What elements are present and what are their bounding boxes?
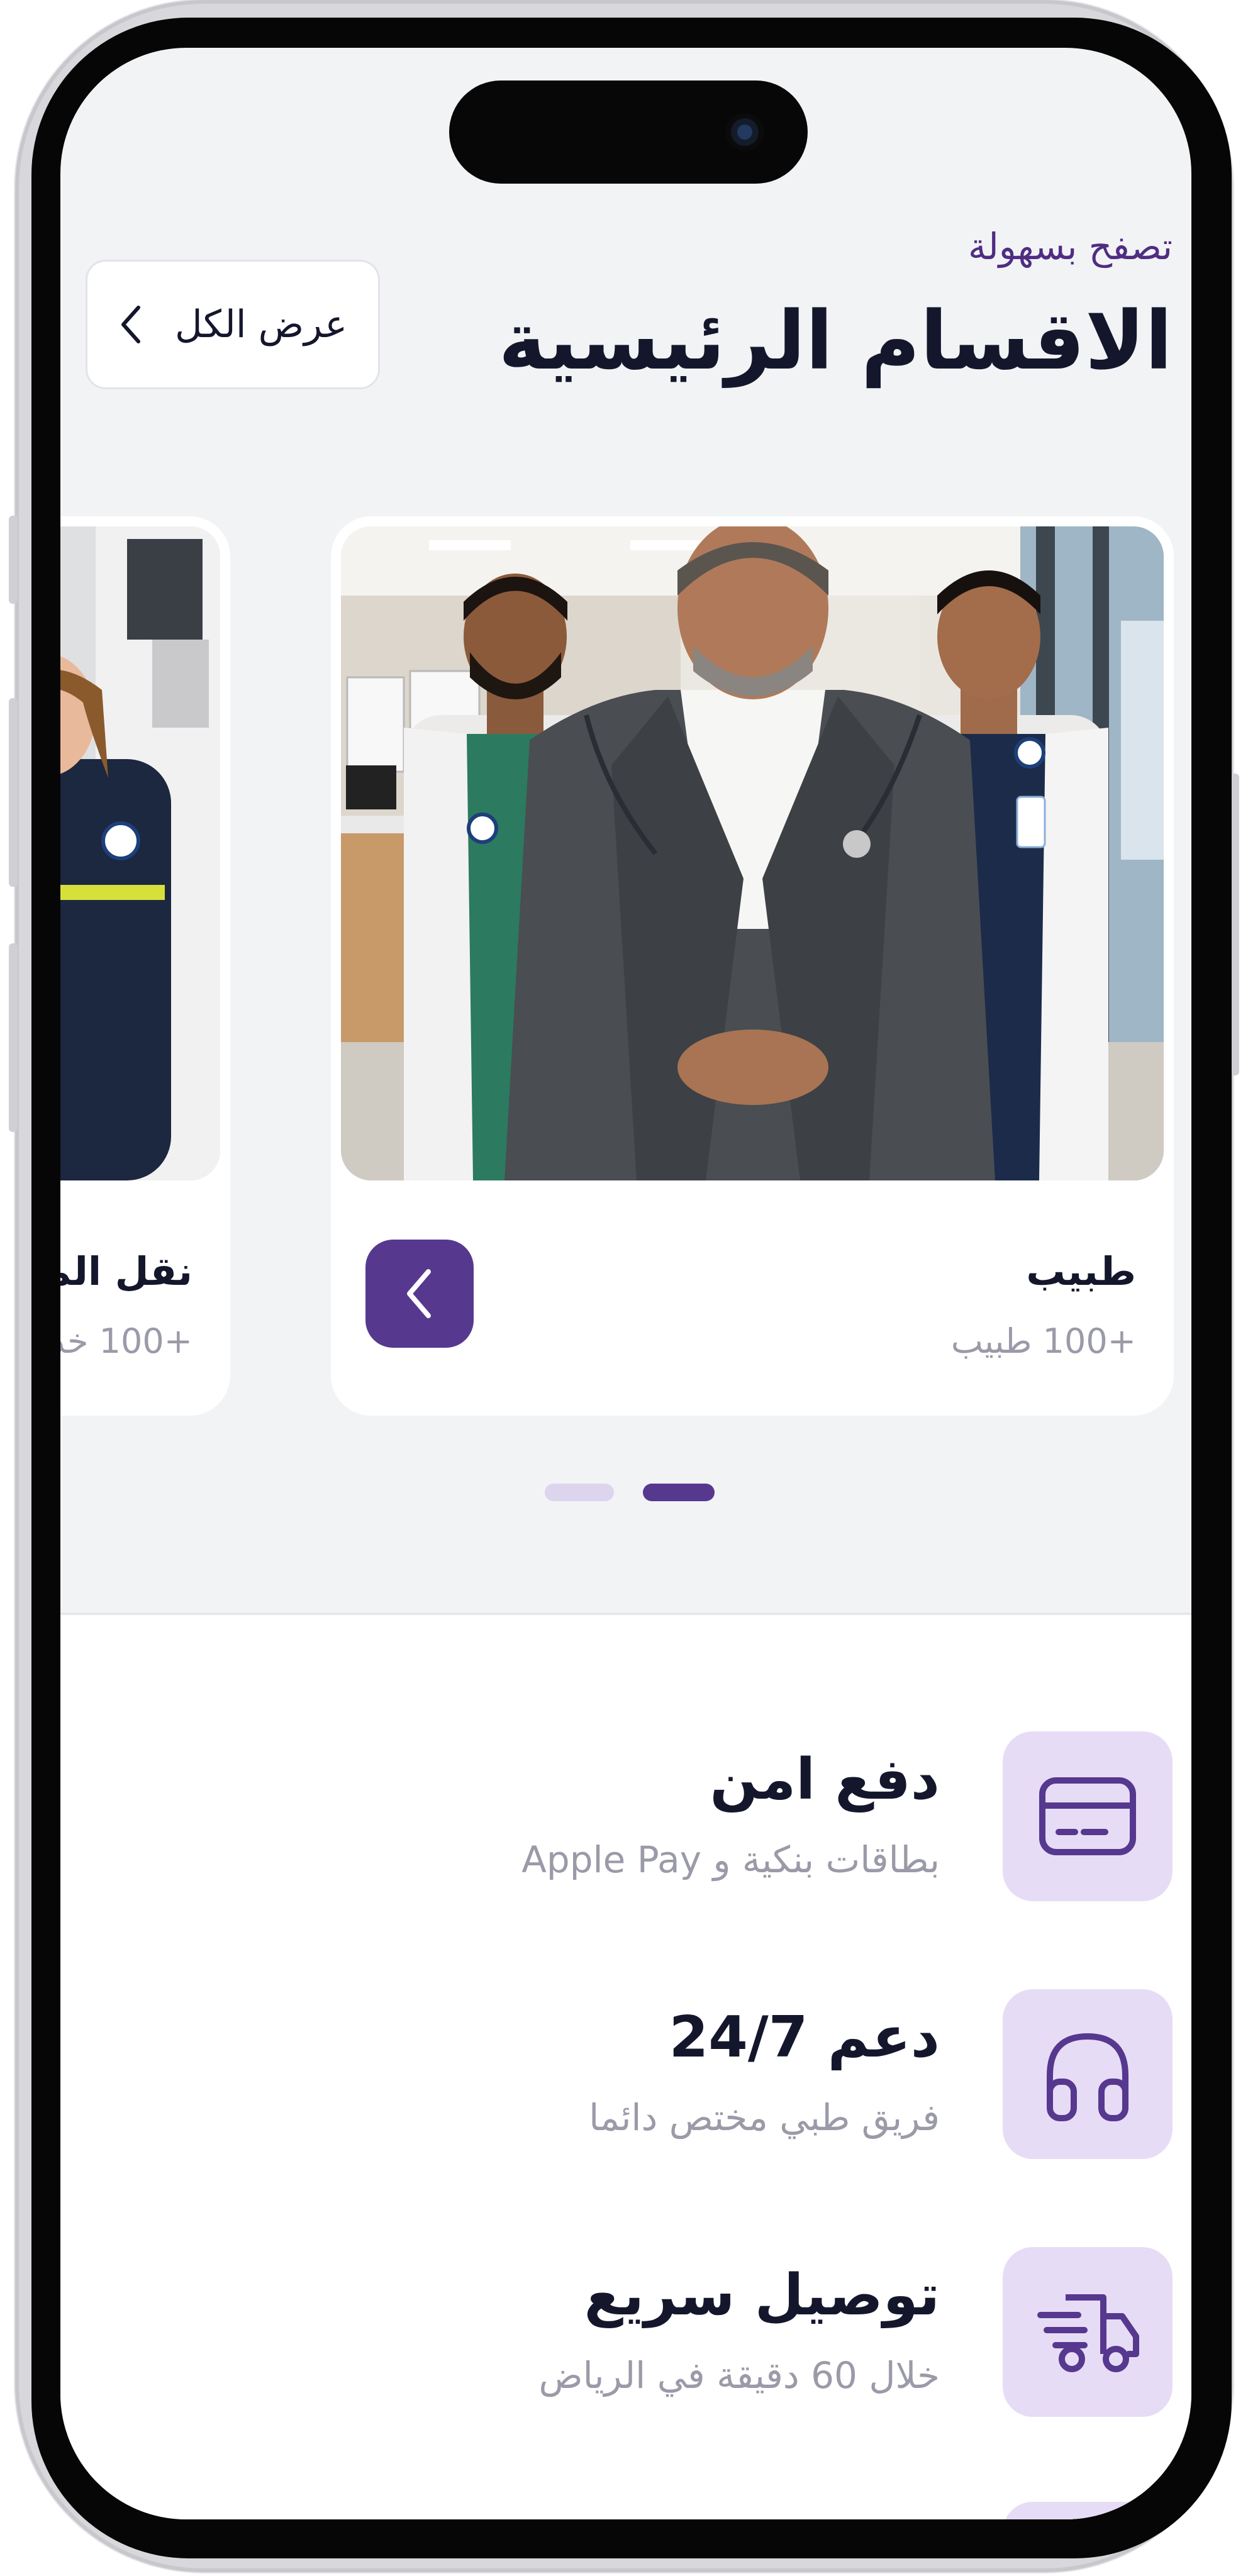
chevron-left-icon — [118, 304, 143, 345]
view-all-label: عرض الكل — [174, 303, 348, 347]
paramedic-photo — [60, 526, 220, 1180]
features-section: دفع امن بطاقات بنكية و Apple Pay دعم 24/… — [60, 1613, 1191, 2519]
feature-subtitle: بطاقات بنكية و Apple Pay — [521, 1838, 940, 1881]
card-subtitle: +100 خدمة — [60, 1321, 192, 1361]
credit-card-icon — [1003, 1731, 1173, 1901]
screen: تصفح بسهولة الاقسام الرئيسية عرض الكل طب… — [60, 48, 1191, 2519]
card-subtitle: +100 طبيب — [950, 1321, 1136, 1361]
view-all-button[interactable]: عرض الكل — [86, 260, 380, 389]
doctor-photo — [341, 526, 1164, 1180]
category-card-doctor[interactable]: طبيب +100 طبيب — [331, 516, 1174, 1416]
dynamic-island — [449, 80, 808, 184]
page-title: الاقسام الرئيسية — [498, 294, 1173, 388]
card-title: نقل المرضى — [60, 1248, 192, 1294]
volume-up-button — [9, 698, 18, 887]
feature-secure-payment: دفع امن بطاقات بنكية و Apple Pay — [60, 1731, 1191, 1901]
feature-subtitle: فريق طبي مختص دائما — [589, 2096, 940, 2139]
card-title: طبيب — [1026, 1248, 1136, 1294]
headphones-icon — [1003, 1989, 1173, 2159]
section-kicker: تصفح بسهولة — [967, 225, 1173, 268]
carousel-dot-active[interactable] — [643, 1484, 715, 1501]
next-feature-icon-partial — [1003, 2502, 1173, 2519]
chevron-left-icon — [407, 1269, 431, 1318]
feature-support: دعم 24/7 فريق طبي مختص دائما — [60, 1989, 1191, 2159]
category-card-patient-transport[interactable]: نقل المرضى +100 خدمة — [60, 516, 230, 1416]
delivery-truck-icon — [1003, 2247, 1173, 2417]
feature-subtitle: خلال 60 دقيقة في الرياض — [538, 2354, 940, 2397]
carousel-dot-inactive[interactable] — [545, 1484, 614, 1501]
front-camera-icon — [726, 113, 764, 151]
feature-fast-delivery: توصيل سريع خلال 60 دقيقة في الرياض — [60, 2247, 1191, 2417]
feature-title: دعم 24/7 — [669, 2004, 940, 2070]
power-button — [1230, 774, 1239, 1075]
card-arrow-button[interactable] — [365, 1240, 474, 1348]
feature-title: دفع امن — [710, 1746, 940, 1813]
volume-down-button — [9, 943, 18, 1132]
action-button — [9, 516, 18, 604]
feature-title: توصيل سريع — [584, 2262, 940, 2328]
